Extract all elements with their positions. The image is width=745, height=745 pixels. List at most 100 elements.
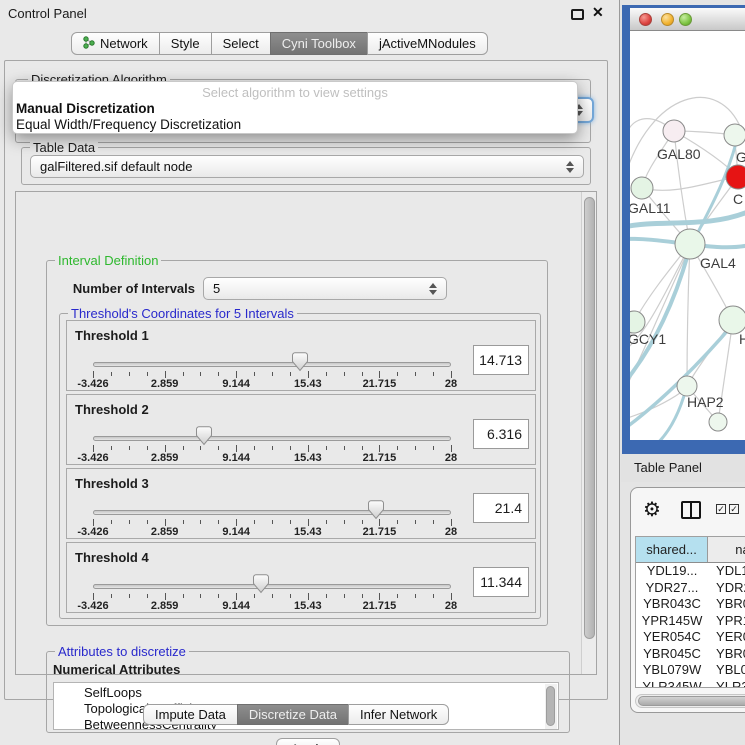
network-node[interactable]: [724, 124, 745, 146]
network-node[interactable]: [709, 413, 727, 431]
threshold-slider[interactable]: -3.4262.8599.14415.4321.71528: [93, 469, 451, 540]
cell-shared-name[interactable]: YDR27...: [636, 580, 708, 597]
cell-name[interactable]: YBR0: [708, 596, 745, 613]
horizontal-scrollbar[interactable]: [635, 694, 745, 708]
tab-infer-network[interactable]: Infer Network: [348, 704, 449, 725]
gear-icon[interactable]: ⚙: [643, 497, 661, 522]
slider-thumb[interactable]: [368, 500, 384, 520]
table-data-combobox[interactable]: galFiltered.sif default node: [30, 155, 584, 178]
column-header-name[interactable]: name: [708, 537, 745, 562]
slider-track[interactable]: [93, 584, 451, 589]
combo-arrows-icon: [421, 283, 437, 295]
table-row[interactable]: YER054CYER0: [636, 629, 745, 646]
threshold-value-field[interactable]: 14.713: [473, 345, 529, 375]
tab-style[interactable]: Style: [159, 32, 212, 55]
cell-name[interactable]: YER0: [708, 629, 745, 646]
threshold-slider[interactable]: -3.4262.8599.14415.4321.71528: [93, 321, 451, 392]
number-of-intervals-combobox[interactable]: 5: [203, 277, 447, 300]
number-of-intervals-label: Number of Intervals: [63, 281, 195, 296]
table-toolbar: ⚙ ✓ ✓: [631, 488, 745, 534]
tick-mark: [433, 446, 434, 450]
close-icon[interactable]: ✕: [592, 4, 604, 21]
network-node[interactable]: [631, 177, 653, 199]
tick-label: 15.43: [294, 452, 322, 464]
tab-label: Infer Network: [360, 707, 437, 722]
node-table: shared... name YDL19...YDL1YDR27...YDR2Y…: [635, 536, 745, 688]
cell-shared-name[interactable]: YER054C: [636, 629, 708, 646]
close-traffic-light[interactable]: [639, 13, 652, 26]
slider-track[interactable]: [93, 510, 451, 515]
threshold-value-field[interactable]: 21.4: [473, 493, 529, 523]
option-equal-width-frequency[interactable]: Equal Width/Frequency Discretization: [16, 117, 241, 132]
cell-name[interactable]: YBL0: [708, 662, 745, 679]
columns-icon[interactable]: [681, 501, 701, 519]
panel-title: Control Panel: [8, 6, 87, 21]
slider-thumb[interactable]: [292, 352, 308, 372]
vertical-scrollbar[interactable]: [581, 192, 596, 674]
threshold-value-field[interactable]: 6.316: [473, 419, 529, 449]
threshold-slider[interactable]: -3.4262.8599.14415.4321.71528: [93, 395, 451, 466]
network-edge[interactable]: [687, 244, 690, 386]
cell-shared-name[interactable]: YBR045C: [636, 646, 708, 663]
tick-mark: [254, 520, 255, 524]
table-row[interactable]: YBL079WYBL0: [636, 662, 745, 679]
tab-jactivemnodules[interactable]: jActiveMNodules: [367, 32, 488, 55]
scrollbar-thumb[interactable]: [546, 686, 555, 726]
network-node-label: GAL: [736, 149, 745, 165]
table-row[interactable]: YBR045CYBR0: [636, 646, 745, 663]
apply-button[interactable]: Apply: [276, 738, 340, 745]
slider-track[interactable]: [93, 362, 451, 367]
list-scrollbar[interactable]: [545, 684, 557, 730]
option-manual-discretization[interactable]: Manual Discretization: [16, 101, 155, 116]
tick-mark: [451, 371, 452, 378]
network-window-titlebar[interactable]: [630, 8, 745, 31]
network-canvas[interactable]: GAL80GALCGAL11GAL4GCY1HHAP2: [630, 31, 745, 440]
tab-cyni-toolbox[interactable]: Cyni Toolbox: [270, 32, 368, 55]
tick-label: 28: [445, 600, 457, 612]
cell-shared-name[interactable]: YBL079W: [636, 662, 708, 679]
scrollbar-thumb[interactable]: [584, 197, 595, 639]
zoom-traffic-light[interactable]: [679, 13, 692, 26]
table-row[interactable]: YLR345WYLR3: [636, 679, 745, 689]
slider-track[interactable]: [93, 436, 451, 441]
column-header-shared-name[interactable]: shared...: [636, 537, 708, 562]
tick-label: -3.426: [77, 600, 108, 612]
attribute-list-item[interactable]: SelfLoops: [84, 685, 558, 701]
cell-shared-name[interactable]: YPR145W: [636, 613, 708, 630]
network-node[interactable]: [663, 120, 685, 142]
checkbox-icon[interactable]: ✓: [729, 504, 739, 514]
checkbox-icon[interactable]: ✓: [716, 504, 726, 514]
cell-name[interactable]: YDL1: [708, 563, 745, 580]
threshold-slider[interactable]: -3.4262.8599.14415.4321.71528: [93, 543, 451, 614]
cell-shared-name[interactable]: YBR043C: [636, 596, 708, 613]
minimize-traffic-light[interactable]: [661, 13, 674, 26]
tick-mark: [129, 372, 130, 376]
tab-impute-data[interactable]: Impute Data: [143, 704, 238, 725]
slider-thumb[interactable]: [196, 426, 212, 446]
network-node[interactable]: [719, 306, 745, 334]
tick-label: 21.715: [363, 600, 397, 612]
number-of-intervals-value: 5: [213, 281, 220, 296]
tab-discretize-data[interactable]: Discretize Data: [237, 704, 349, 725]
table-row[interactable]: YBR043CYBR0: [636, 596, 745, 613]
network-node[interactable]: [677, 376, 697, 396]
table-row[interactable]: YDR27...YDR2: [636, 580, 745, 597]
cell-shared-name[interactable]: YDL19...: [636, 563, 708, 580]
table-row[interactable]: YDL19...YDL1: [636, 563, 745, 580]
cell-shared-name[interactable]: YLR345W: [636, 679, 708, 689]
cell-name[interactable]: YPR1: [708, 613, 745, 630]
float-window-icon[interactable]: [571, 9, 584, 20]
table-row[interactable]: YPR145WYPR1: [636, 613, 745, 630]
slider-thumb[interactable]: [253, 574, 269, 594]
tab-select[interactable]: Select: [211, 32, 271, 55]
tick-mark: [218, 520, 219, 524]
network-node[interactable]: [726, 165, 745, 189]
cell-name[interactable]: YLR3: [708, 679, 745, 689]
scrollbar-thumb[interactable]: [638, 696, 745, 706]
tick-mark: [200, 372, 201, 376]
threshold-value-field[interactable]: 11.344: [473, 567, 529, 597]
cell-name[interactable]: YDR2: [708, 580, 745, 597]
tab-network[interactable]: Network: [71, 32, 160, 55]
cell-name[interactable]: YBR0: [708, 646, 745, 663]
thresholds-group: Threshold's Coordinates for 5 Intervals …: [59, 313, 541, 619]
